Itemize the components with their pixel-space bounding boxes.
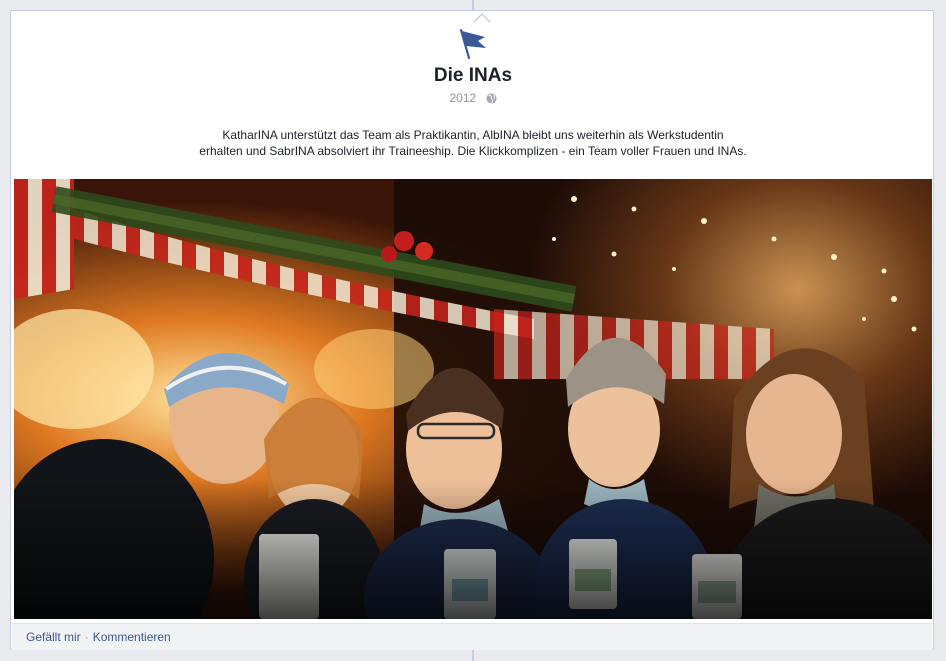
card-notch-inner xyxy=(474,15,490,23)
description-line-2: erhalten und SabrINA absolviert ihr Trai… xyxy=(199,144,747,158)
action-separator: · xyxy=(84,630,89,644)
timeline-line-top xyxy=(472,0,474,10)
post-photo[interactable] xyxy=(14,179,932,619)
post-action-bar: Gefällt mir · Kommentieren xyxy=(12,623,932,650)
post-title: Die INAs xyxy=(433,65,513,86)
globe-icon[interactable] xyxy=(485,93,497,104)
timeline-post-card: Die INAs 2012 KatharINA unterstützt das … xyxy=(10,10,934,650)
like-link[interactable]: Gefällt mir xyxy=(26,630,81,644)
photo-image xyxy=(14,179,932,619)
timeline-line-bottom xyxy=(472,650,474,661)
flag-icon xyxy=(459,28,486,59)
description-line-1: KatharINA unterstützt das Team als Prakt… xyxy=(222,128,724,142)
post-year[interactable]: 2012 xyxy=(449,91,476,105)
post-description: KatharINA unterstützt das Team als Prakt… xyxy=(181,127,765,159)
post-meta: 2012 xyxy=(11,91,935,105)
comment-link[interactable]: Kommentieren xyxy=(93,630,171,644)
